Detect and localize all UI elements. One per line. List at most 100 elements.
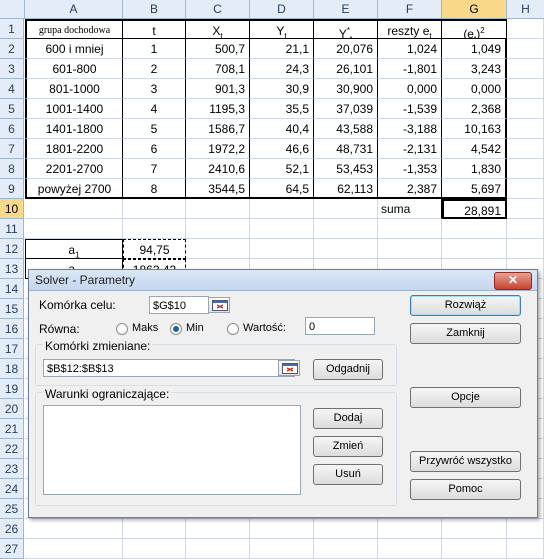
table-cell-group[interactable]: 601-800 <box>25 59 123 79</box>
grid-cell[interactable] <box>507 79 544 99</box>
grid-cell[interactable] <box>314 199 378 219</box>
table-cell-yhat[interactable]: 62,113 <box>314 179 378 199</box>
radio-value-label[interactable]: Wartość: <box>243 322 286 334</box>
collapse-dialog-icon[interactable] <box>208 297 230 313</box>
grid-cell[interactable] <box>250 539 314 559</box>
grid-cell[interactable] <box>123 539 186 559</box>
header-y[interactable]: Yt <box>250 19 314 39</box>
table-cell-x[interactable]: 708,1 <box>186 59 250 79</box>
row-header-selected[interactable]: 10 <box>0 199 24 219</box>
table-cell-y[interactable]: 35,5 <box>250 99 314 119</box>
grid-cell[interactable] <box>378 239 442 259</box>
table-cell-yhat[interactable]: 30,900 <box>314 79 378 99</box>
table-cell-e[interactable]: -2,131 <box>378 139 442 159</box>
grid-cell[interactable] <box>186 239 250 259</box>
grid-cell[interactable] <box>507 39 544 59</box>
column-header-h[interactable]: H <box>507 0 544 18</box>
grid-cell[interactable] <box>507 219 544 239</box>
table-cell-group[interactable]: 2201-2700 <box>25 159 123 179</box>
table-cell-group[interactable]: powyżej 2700 <box>25 179 123 199</box>
select-all-corner[interactable] <box>0 0 25 18</box>
param-a1-label[interactable]: a1 <box>25 239 123 259</box>
header-x[interactable]: Xt <box>186 19 250 39</box>
row-header[interactable]: 11 <box>0 219 24 239</box>
grid-cell[interactable] <box>314 539 378 559</box>
table-cell-e2[interactable]: 0,000 <box>442 79 507 99</box>
grid-cell[interactable] <box>378 219 442 239</box>
add-button[interactable]: Dodaj <box>313 408 383 429</box>
grid-cell[interactable] <box>123 199 186 219</box>
table-cell-t[interactable]: 4 <box>123 99 186 119</box>
table-cell-e[interactable]: -1,539 <box>378 99 442 119</box>
grid-cell[interactable] <box>442 539 507 559</box>
table-cell-e[interactable]: 2,387 <box>378 179 442 199</box>
radio-min-label[interactable]: Min <box>186 322 204 334</box>
grid-cell[interactable] <box>507 19 544 39</box>
row-header[interactable]: 1 <box>0 19 24 39</box>
grid-cell[interactable] <box>250 199 314 219</box>
row-header[interactable]: 19 <box>0 379 24 399</box>
grid-cell[interactable] <box>442 239 507 259</box>
table-cell-y[interactable]: 24,3 <box>250 59 314 79</box>
table-cell-e2[interactable]: 3,243 <box>442 59 507 79</box>
table-cell-e[interactable]: -1,801 <box>378 59 442 79</box>
table-cell-y[interactable]: 30,9 <box>250 79 314 99</box>
table-cell-e2[interactable]: 2,368 <box>442 99 507 119</box>
help-button[interactable]: Pomoc <box>410 479 521 500</box>
grid-cell[interactable] <box>123 519 186 539</box>
grid-cell[interactable] <box>314 239 378 259</box>
table-cell-y[interactable]: 64,5 <box>250 179 314 199</box>
grid-cell[interactable] <box>25 219 123 239</box>
solve-button[interactable]: Rozwiąż <box>410 295 521 316</box>
table-cell-e[interactable]: 0,000 <box>378 79 442 99</box>
table-cell-t[interactable]: 2 <box>123 59 186 79</box>
row-header[interactable]: 8 <box>0 159 24 179</box>
table-cell-yhat[interactable]: 48,731 <box>314 139 378 159</box>
row-header[interactable]: 2 <box>0 39 24 59</box>
grid-cell[interactable] <box>507 119 544 139</box>
table-cell-yhat[interactable]: 37,039 <box>314 99 378 119</box>
grid-cell[interactable] <box>442 519 507 539</box>
table-cell-yhat[interactable]: 20,076 <box>314 39 378 59</box>
constraints-listbox[interactable] <box>43 405 301 495</box>
grid-cell[interactable] <box>507 59 544 79</box>
table-cell-e2[interactable]: 1,049 <box>442 39 507 59</box>
header-t[interactable]: t <box>123 19 186 39</box>
table-cell-group[interactable]: 801-1000 <box>25 79 123 99</box>
table-cell-yhat[interactable]: 43,588 <box>314 119 378 139</box>
table-cell-group[interactable]: 600 i mniej <box>25 39 123 59</box>
header-residual[interactable]: reszty et <box>378 19 442 39</box>
row-header[interactable]: 26 <box>0 519 24 539</box>
table-cell-e2[interactable]: 1,830 <box>442 159 507 179</box>
guess-button[interactable]: Odgadnij <box>313 359 383 380</box>
radio-max-label[interactable]: Maks <box>132 322 158 334</box>
column-header-b[interactable]: B <box>123 0 186 18</box>
grid-cell[interactable] <box>378 519 442 539</box>
row-header[interactable]: 15 <box>0 299 24 319</box>
table-cell-y[interactable]: 40,4 <box>250 119 314 139</box>
table-cell-x[interactable]: 901,3 <box>186 79 250 99</box>
table-cell-e[interactable]: 1,024 <box>378 39 442 59</box>
row-header[interactable]: 5 <box>0 99 24 119</box>
grid-cell[interactable] <box>186 519 250 539</box>
row-header[interactable]: 12 <box>0 239 24 259</box>
table-cell-x[interactable]: 1972,2 <box>186 139 250 159</box>
grid-cell[interactable] <box>507 539 544 559</box>
grid-cell[interactable] <box>378 539 442 559</box>
table-cell-t[interactable]: 5 <box>123 119 186 139</box>
column-header-f[interactable]: F <box>378 0 442 18</box>
grid-cell[interactable] <box>186 539 250 559</box>
reset-all-button[interactable]: Przywróć wszystko <box>410 451 521 472</box>
row-header[interactable]: 7 <box>0 139 24 159</box>
table-cell-e2[interactable]: 5,697 <box>442 179 507 199</box>
table-cell-t[interactable]: 1 <box>123 39 186 59</box>
radio-min[interactable] <box>170 323 182 335</box>
row-header[interactable]: 23 <box>0 459 24 479</box>
table-cell-t[interactable]: 7 <box>123 159 186 179</box>
table-cell-y[interactable]: 46,6 <box>250 139 314 159</box>
table-cell-x[interactable]: 1586,7 <box>186 119 250 139</box>
close-button[interactable]: Zamknij <box>410 323 521 344</box>
grid-cell[interactable] <box>250 239 314 259</box>
radio-max[interactable] <box>116 323 128 335</box>
grid-cell[interactable] <box>507 239 544 259</box>
